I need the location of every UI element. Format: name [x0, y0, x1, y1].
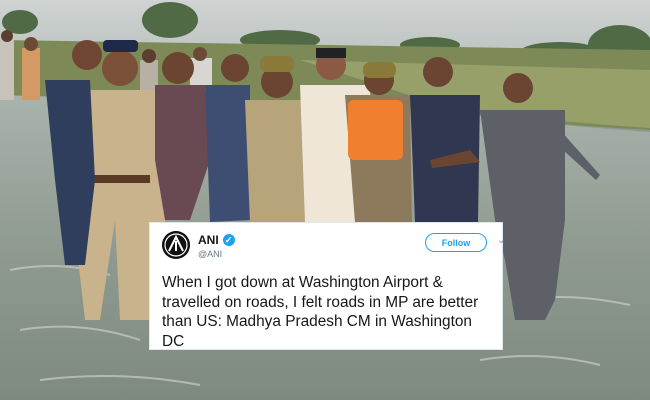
tweet-header: ANI ✓ @ANI Follow ⌄ — [162, 231, 505, 271]
ani-logo-icon[interactable] — [162, 231, 190, 259]
account-name[interactable]: ANI — [198, 233, 219, 247]
account-info[interactable]: ANI ✓ @ANI — [198, 233, 235, 259]
account-handle[interactable]: @ANI — [198, 249, 235, 259]
follow-button[interactable]: Follow — [425, 233, 487, 252]
tweet-text: When I got down at Washington Airport & … — [162, 274, 479, 350]
chevron-down-icon[interactable]: ⌄ — [497, 236, 507, 246]
verified-badge-icon: ✓ — [222, 234, 235, 246]
tweet-card: ANI ✓ @ANI Follow ⌄ When I got down at W… — [150, 223, 505, 350]
